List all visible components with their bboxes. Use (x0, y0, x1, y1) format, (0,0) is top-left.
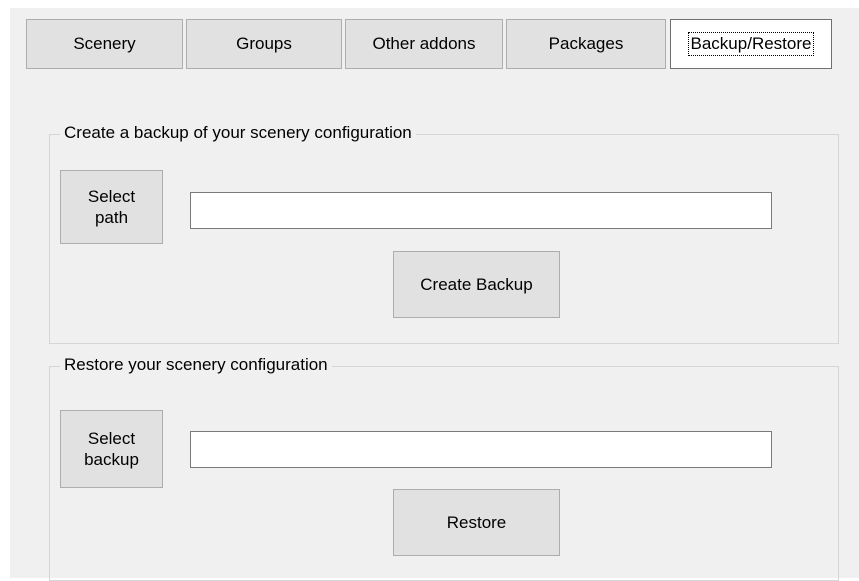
select-path-button[interactable]: Select path (60, 170, 163, 244)
tab-backup-restore-label: Backup/Restore (687, 32, 815, 56)
select-backup-button[interactable]: Select backup (60, 410, 163, 488)
tab-scenery[interactable]: Scenery (26, 19, 183, 69)
tab-backup-restore[interactable]: Backup/Restore (670, 19, 832, 69)
restore-group-title: Restore your scenery configuration (60, 353, 332, 377)
tab-groups[interactable]: Groups (186, 19, 342, 69)
restore-button[interactable]: Restore (393, 489, 560, 556)
tab-other-addons[interactable]: Other addons (345, 19, 503, 69)
tab-packages[interactable]: Packages (506, 19, 666, 69)
create-backup-button[interactable]: Create Backup (393, 251, 560, 318)
restore-backup-input[interactable] (190, 431, 772, 468)
tab-other-addons-label: Other addons (372, 34, 476, 53)
tab-groups-label: Groups (236, 34, 292, 53)
tab-packages-label: Packages (548, 34, 624, 53)
backup-group-title: Create a backup of your scenery configur… (60, 121, 416, 145)
tab-scenery-label: Scenery (73, 34, 136, 53)
backup-path-input[interactable] (190, 192, 772, 229)
